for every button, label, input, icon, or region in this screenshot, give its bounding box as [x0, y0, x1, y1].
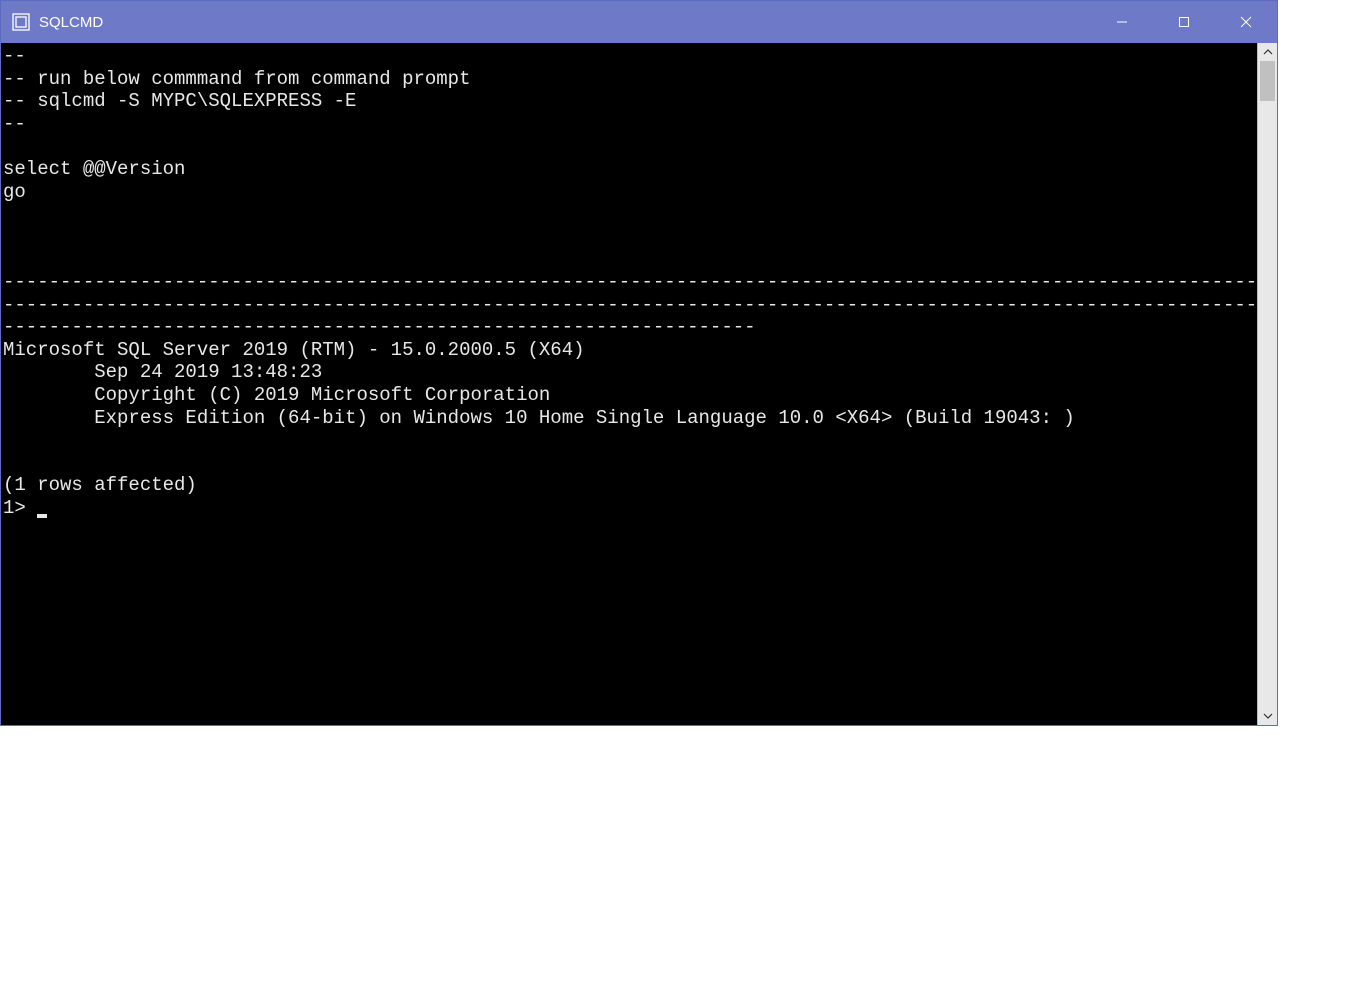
scroll-up-arrow-icon[interactable]	[1258, 43, 1277, 61]
content-area: -- -- run below commmand from command pr…	[1, 43, 1277, 725]
titlebar-left: SQLCMD	[11, 12, 103, 32]
cursor-icon	[37, 514, 47, 518]
minimize-button[interactable]	[1091, 1, 1153, 43]
titlebar[interactable]: SQLCMD	[1, 1, 1277, 43]
scroll-track[interactable]	[1258, 61, 1277, 707]
vertical-scrollbar[interactable]	[1257, 43, 1277, 725]
scroll-thumb[interactable]	[1260, 61, 1275, 101]
terminal-output[interactable]: -- -- run below commmand from command pr…	[1, 43, 1257, 725]
window-controls	[1091, 1, 1277, 43]
window-title: SQLCMD	[39, 14, 103, 31]
terminal-prompt: 1>	[3, 497, 37, 519]
sqlcmd-window: SQLCMD -- -- run below commmand from com…	[0, 0, 1278, 726]
maximize-button[interactable]	[1153, 1, 1215, 43]
app-icon	[11, 12, 31, 32]
scroll-down-arrow-icon[interactable]	[1258, 707, 1277, 725]
close-button[interactable]	[1215, 1, 1277, 43]
